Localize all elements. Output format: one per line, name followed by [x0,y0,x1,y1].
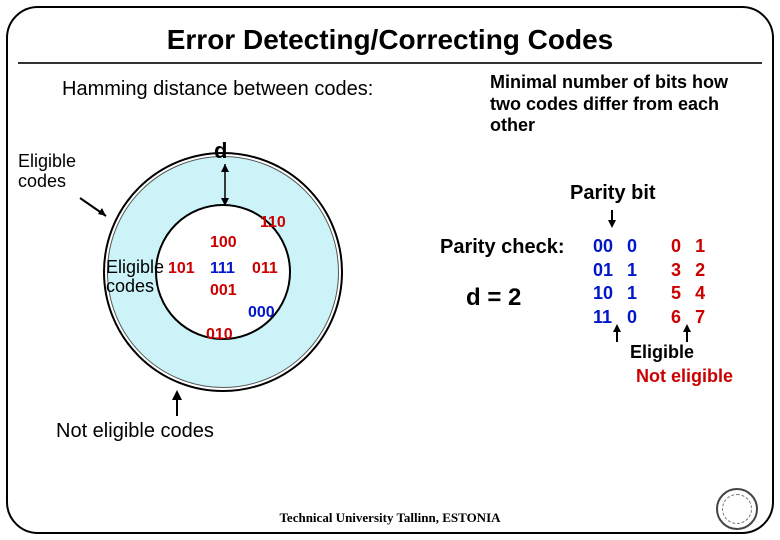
eligible-right-label: Eligible [630,342,694,363]
parity-table: 00001011321015411067 [585,234,713,330]
eligible-arrow-icon [610,322,624,344]
parity-check-label: Parity check: [440,236,565,259]
not-eligible-arrow-icon [680,322,694,344]
table-row: 10154 [587,283,711,305]
parity-bit-label: Parity bit [570,182,656,205]
footer-text: Technical University Tallinn, ESTONIA [0,510,780,526]
not-eligible-arrow-up-icon [168,388,186,418]
distance-d-label: d [214,138,227,164]
definition-text: Minimal number of bits how two codes dif… [490,72,740,137]
table-row: 01132 [587,260,711,282]
code-110: 110 [260,214,286,232]
code-111: 111 [210,260,235,278]
table-row: 00001 [587,236,711,258]
code-001: 001 [210,282,237,300]
university-logo [716,488,758,530]
code-101: 101 [168,260,195,278]
slide-title: Error Detecting/Correcting Codes [0,24,780,56]
code-000: 000 [248,304,275,322]
d-equals-2: d = 2 [466,284,521,312]
not-eligible-bottom-label: Not eligible codes [56,420,214,443]
eligible-codes-outer-label: Eligible codes [18,152,76,192]
code-011: 011 [252,260,278,278]
d-brace-icon [218,162,232,208]
subtitle: Hamming distance between codes: [62,78,373,101]
code-100: 100 [210,234,237,252]
title-rule [18,62,762,64]
hamming-diagram: d 110 100 101 111 011 001 000 010 Eligib… [88,152,358,392]
not-eligible-right-label: Not eligible [636,366,733,387]
inner-eligible-label: Eligible codes [106,258,164,296]
code-010: 010 [206,326,233,344]
parity-bit-arrow-icon [605,208,619,230]
